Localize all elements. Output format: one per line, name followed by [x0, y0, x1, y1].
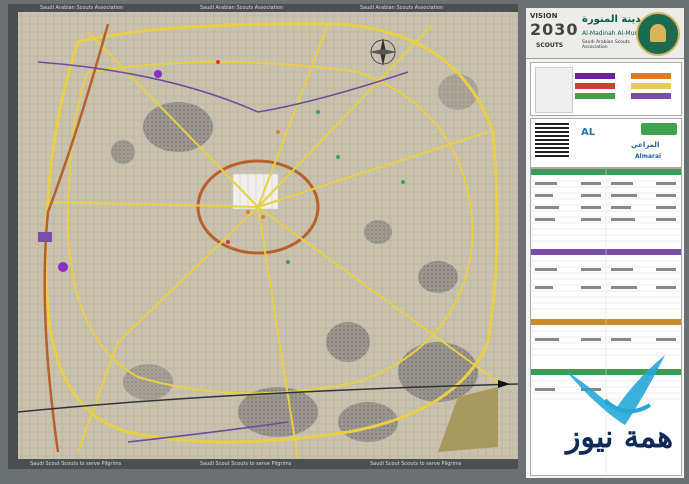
top-strip-label: Saudi Arabian Scouts Association [360, 5, 444, 11]
legend-swatch [575, 73, 615, 79]
watermark-text: همة نيوز [566, 420, 674, 455]
legend-swatch [575, 83, 615, 89]
scouts-label: SCOUTS [536, 42, 564, 49]
map-legend [530, 62, 682, 116]
top-strip-label: Saudi Arabian Scouts Association [40, 5, 124, 11]
wave-logo-icon [565, 355, 665, 425]
scout-badge-icon [535, 67, 573, 113]
vision-year: 2030 [530, 20, 579, 39]
left-border-strip [8, 4, 18, 469]
qr-code-icon [535, 123, 569, 157]
legend-swatch [631, 83, 671, 89]
legend-swatch [631, 93, 671, 99]
sponsors-box: AL المراعي Almarai [530, 118, 682, 168]
legend-swatch [631, 73, 671, 79]
bottom-strip-label: Saudi Scout Scouts to serve Pilgrims [370, 461, 462, 467]
sponsor-logo-badge [641, 123, 677, 135]
bottom-strip-label: Saudi Scout Scouts to serve Pilgrims [30, 461, 122, 467]
madinah-emblem-icon [636, 12, 680, 56]
sponsor-logo: AL [581, 127, 596, 138]
sponsor-logo: Almarai [635, 153, 662, 160]
bottom-strip-label: Saudi Scout Scouts to serve Pilgrims [200, 461, 292, 467]
city-map[interactable] [18, 12, 518, 459]
panel-header: VISION 2030 SCOUTS المدينة المنورة Al-Ma… [526, 8, 684, 59]
sponsor-logo: المراعي [631, 141, 660, 149]
legend-swatch [575, 93, 615, 99]
subtitle: Saudi Arabian Scouts Association [582, 40, 630, 50]
map-canvas [18, 12, 518, 459]
top-strip-label: Saudi Arabian Scouts Association [200, 5, 284, 11]
vision-label: VISION [530, 12, 558, 20]
